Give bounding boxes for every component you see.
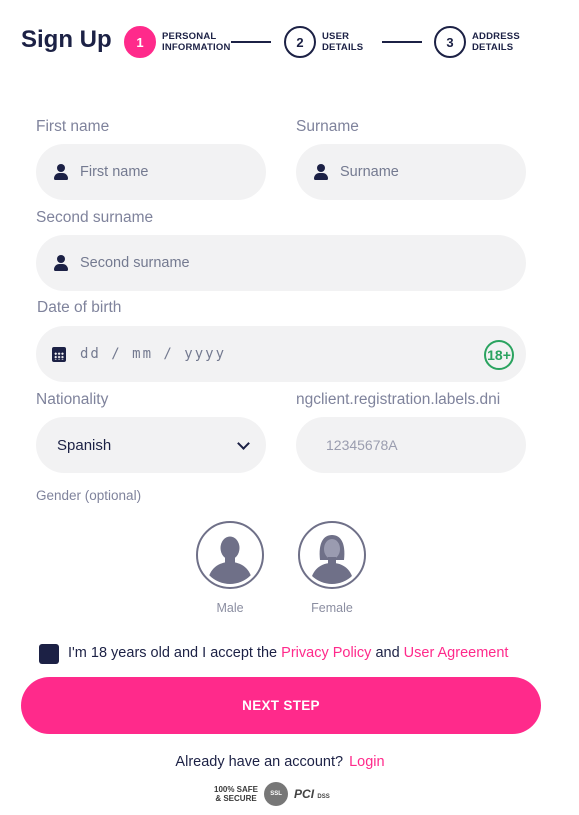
female-avatar-button[interactable]: [298, 521, 366, 589]
step-2-number: 2: [284, 26, 316, 58]
age-18-plus-icon: 18+: [484, 340, 514, 370]
surname-label: Surname: [296, 118, 359, 135]
male-icon: [201, 526, 259, 584]
male-label: Male: [216, 601, 244, 615]
surname-placeholder: Surname: [340, 164, 399, 180]
safe-secure-badge: 100% SAFE & SECURE: [214, 785, 259, 803]
dni-field[interactable]: 12345678A: [296, 417, 526, 473]
gender-label: Gender (optional): [36, 488, 142, 503]
user-icon: [54, 255, 68, 271]
second-surname-placeholder: Second surname: [80, 255, 190, 271]
first-name-placeholder: First name: [80, 164, 149, 180]
next-step-button[interactable]: NEXT STEP: [21, 677, 541, 734]
dob-label: Date of birth: [37, 299, 122, 316]
second-surname-label: Second surname: [36, 209, 154, 226]
second-surname-field[interactable]: Second surname: [36, 235, 526, 291]
step-3-label: ADDRESS DETAILS: [472, 31, 520, 53]
user-agreement-link[interactable]: User Agreement: [404, 645, 509, 661]
female-icon: [303, 526, 361, 584]
step-connector-2: [382, 41, 422, 43]
privacy-policy-link[interactable]: Privacy Policy: [281, 645, 371, 661]
terms-text: I'm 18 years old and I accept the Privac…: [68, 645, 509, 661]
nationality-label: Nationality: [36, 391, 109, 408]
ssl-badge-icon: SSL: [264, 782, 289, 806]
female-label: Female: [311, 601, 353, 615]
step-1-label: PERSONAL INFORMATION: [162, 31, 231, 53]
step-3-number: 3: [434, 26, 466, 58]
first-name-label: First name: [36, 118, 110, 135]
pci-dss-badge: PCI DSS: [294, 787, 330, 801]
calendar-icon: [52, 346, 66, 362]
dni-label: ngclient.registration.labels.dni: [296, 391, 501, 408]
surname-field[interactable]: Surname: [296, 144, 526, 200]
male-avatar-button[interactable]: [196, 521, 264, 589]
step-2: 2 USER DETAILS: [284, 26, 363, 58]
user-icon: [54, 164, 68, 180]
step-3: 3 ADDRESS DETAILS: [434, 26, 520, 58]
login-link[interactable]: Login: [349, 754, 384, 770]
step-1: 1 PERSONAL INFORMATION: [124, 26, 231, 58]
header: Sign Up 1 PERSONAL INFORMATION 2 USER DE…: [0, 0, 579, 90]
step-2-label: USER DETAILS: [322, 31, 364, 53]
nationality-select[interactable]: Spanish: [36, 417, 266, 473]
dob-field[interactable]: dd / mm / yyyy 18+: [36, 326, 526, 382]
step-1-number: 1: [124, 26, 156, 58]
terms-checkbox[interactable]: [39, 644, 59, 664]
page-title: Sign Up: [21, 26, 112, 53]
trust-badges: 100% SAFE & SECURE SSL PCI DSS: [214, 782, 330, 806]
first-name-field[interactable]: First name: [36, 144, 266, 200]
nationality-selected-value: Spanish: [57, 436, 112, 454]
user-icon: [314, 164, 328, 180]
dob-placeholder: dd / mm / yyyy: [80, 346, 227, 362]
chevron-down-icon: [237, 437, 250, 450]
login-prompt: Already have an account? Login: [175, 754, 385, 770]
dni-placeholder: 12345678A: [326, 437, 398, 453]
step-connector-1: [231, 41, 271, 43]
